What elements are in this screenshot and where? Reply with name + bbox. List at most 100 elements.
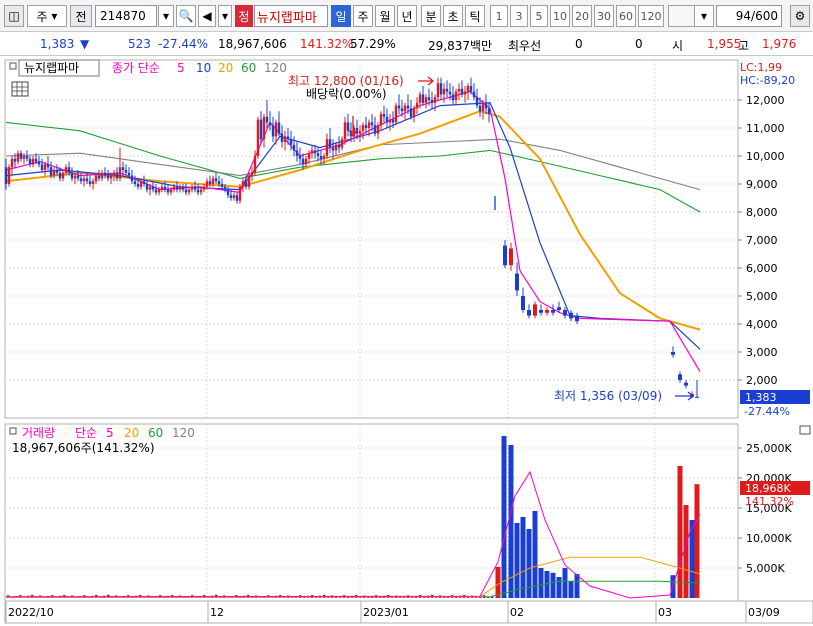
candle-body <box>58 172 62 179</box>
period-month[interactable]: 월 <box>375 5 395 27</box>
interval-30[interactable]: 30 <box>594 5 614 27</box>
volume-legend-square-icon[interactable] <box>9 427 17 435</box>
volume-panel-close-icon[interactable] <box>799 425 811 435</box>
ma-legend-120: 120 <box>264 61 287 75</box>
candle-body <box>94 175 98 182</box>
candle-body <box>106 175 110 179</box>
interval-10[interactable]: 10 <box>550 5 570 27</box>
market-value: 주 <box>36 9 48 24</box>
type-button[interactable]: 전 <box>70 5 92 27</box>
price-tick-label: 8,000 <box>746 206 778 219</box>
blank-select-dropdown-icon[interactable]: ▾ <box>694 5 714 27</box>
candle-body <box>406 105 410 109</box>
vol-ma-legend-5: 5 <box>106 426 114 440</box>
legend-square-icon[interactable] <box>9 62 17 70</box>
candle-body <box>79 178 83 182</box>
candle-body <box>226 189 230 196</box>
volume-bar <box>520 517 526 598</box>
candle-body <box>379 114 383 126</box>
best-ask-value: 0 <box>575 37 583 51</box>
candle-body <box>671 352 675 355</box>
price-tick-label: 6,000 <box>746 262 778 275</box>
price-tick-label: 12,000 <box>746 94 785 107</box>
candle-body <box>463 91 467 95</box>
candle-body <box>130 175 134 182</box>
open-value: 1,955 <box>707 37 742 51</box>
stock-chart[interactable]: 12,000 11,000 10,000 9,000 8,000 7,000 6,000 5,… <box>0 58 813 626</box>
price-panel[interactable] <box>4 59 739 419</box>
price-ma-label: 종가 단순 <box>112 61 160 75</box>
candle-body <box>169 189 173 193</box>
interval-60[interactable]: 60 <box>616 5 636 27</box>
candle-body <box>469 86 473 92</box>
speaker-icon[interactable]: ◀ <box>198 5 216 27</box>
candle-body <box>61 172 65 179</box>
x-axis <box>4 600 813 624</box>
stock-name: 뉴지랩파마 <box>254 5 328 27</box>
speaker-dropdown-icon[interactable]: ▾ <box>218 5 232 27</box>
candle-body <box>337 144 341 148</box>
lc-label: LC:1,99 <box>740 61 782 74</box>
price-tick-label: 4,000 <box>746 318 778 331</box>
interval-3[interactable]: 3 <box>510 5 528 27</box>
interval-120[interactable]: 120 <box>638 5 664 27</box>
candle-body <box>307 153 311 159</box>
candle-body <box>439 83 443 95</box>
ma-legend-5: 5 <box>177 61 185 75</box>
vol-ma-legend-60: 60 <box>148 426 163 440</box>
period-day[interactable]: 일 <box>331 5 351 27</box>
candle-body <box>160 186 164 190</box>
candle-body <box>244 181 248 187</box>
volume-bar <box>514 523 520 598</box>
candle-body <box>250 172 254 176</box>
x-tick-label: 12 <box>210 606 224 619</box>
candle-body <box>4 167 8 184</box>
vol-ma-legend-20: 20 <box>124 426 139 440</box>
candle-body <box>172 186 176 190</box>
candle-body <box>271 125 275 137</box>
candle-body <box>325 139 329 156</box>
candle-body <box>385 116 389 123</box>
candle-body <box>400 108 404 112</box>
settings-icon[interactable]: ⚙ <box>790 5 810 27</box>
candle-body <box>460 88 464 95</box>
candle-body <box>85 178 89 182</box>
search-icon[interactable]: 🔍 <box>176 5 196 27</box>
data-count-field[interactable]: 94/600 <box>716 5 782 27</box>
candle-body <box>52 170 56 176</box>
period-tick[interactable]: 틱 <box>465 5 485 27</box>
stock-code-input[interactable]: 214870 <box>95 5 157 27</box>
candle-body <box>88 181 92 184</box>
table-icon[interactable] <box>11 81 29 97</box>
candle-body <box>76 175 80 179</box>
period-second[interactable]: 초 <box>443 5 463 27</box>
candle-body <box>157 189 161 193</box>
volume-bar <box>556 577 562 598</box>
candle-body <box>521 296 525 310</box>
code-dropdown-icon[interactable]: ▾ <box>158 5 174 27</box>
candle-body <box>415 102 419 109</box>
candle-body <box>436 83 440 98</box>
period-week[interactable]: 주 <box>353 5 373 27</box>
candle-body <box>457 88 461 92</box>
period-year[interactable]: 년 <box>397 5 417 27</box>
candle-body <box>304 158 308 165</box>
period-minute[interactable]: 분 <box>421 5 441 27</box>
candle-body <box>274 122 278 137</box>
candle-body <box>22 156 26 159</box>
candle-body <box>268 122 272 126</box>
chart-menu-icon[interactable]: ◫ <box>4 5 24 27</box>
best-bid-value: 0 <box>635 37 643 51</box>
high-label: 고 <box>738 39 750 53</box>
candle-body <box>283 136 287 142</box>
interval-1[interactable]: 1 <box>490 5 508 27</box>
volume-bar <box>677 466 683 598</box>
candle-body <box>121 167 125 170</box>
current-price: 1,383 <box>40 37 75 51</box>
interval-5[interactable]: 5 <box>530 5 548 27</box>
candle-body <box>193 186 197 190</box>
candle-body <box>382 114 386 117</box>
market-select[interactable]: 주 ▾ <box>27 5 67 27</box>
interval-20[interactable]: 20 <box>572 5 592 27</box>
candle-body <box>16 153 20 162</box>
